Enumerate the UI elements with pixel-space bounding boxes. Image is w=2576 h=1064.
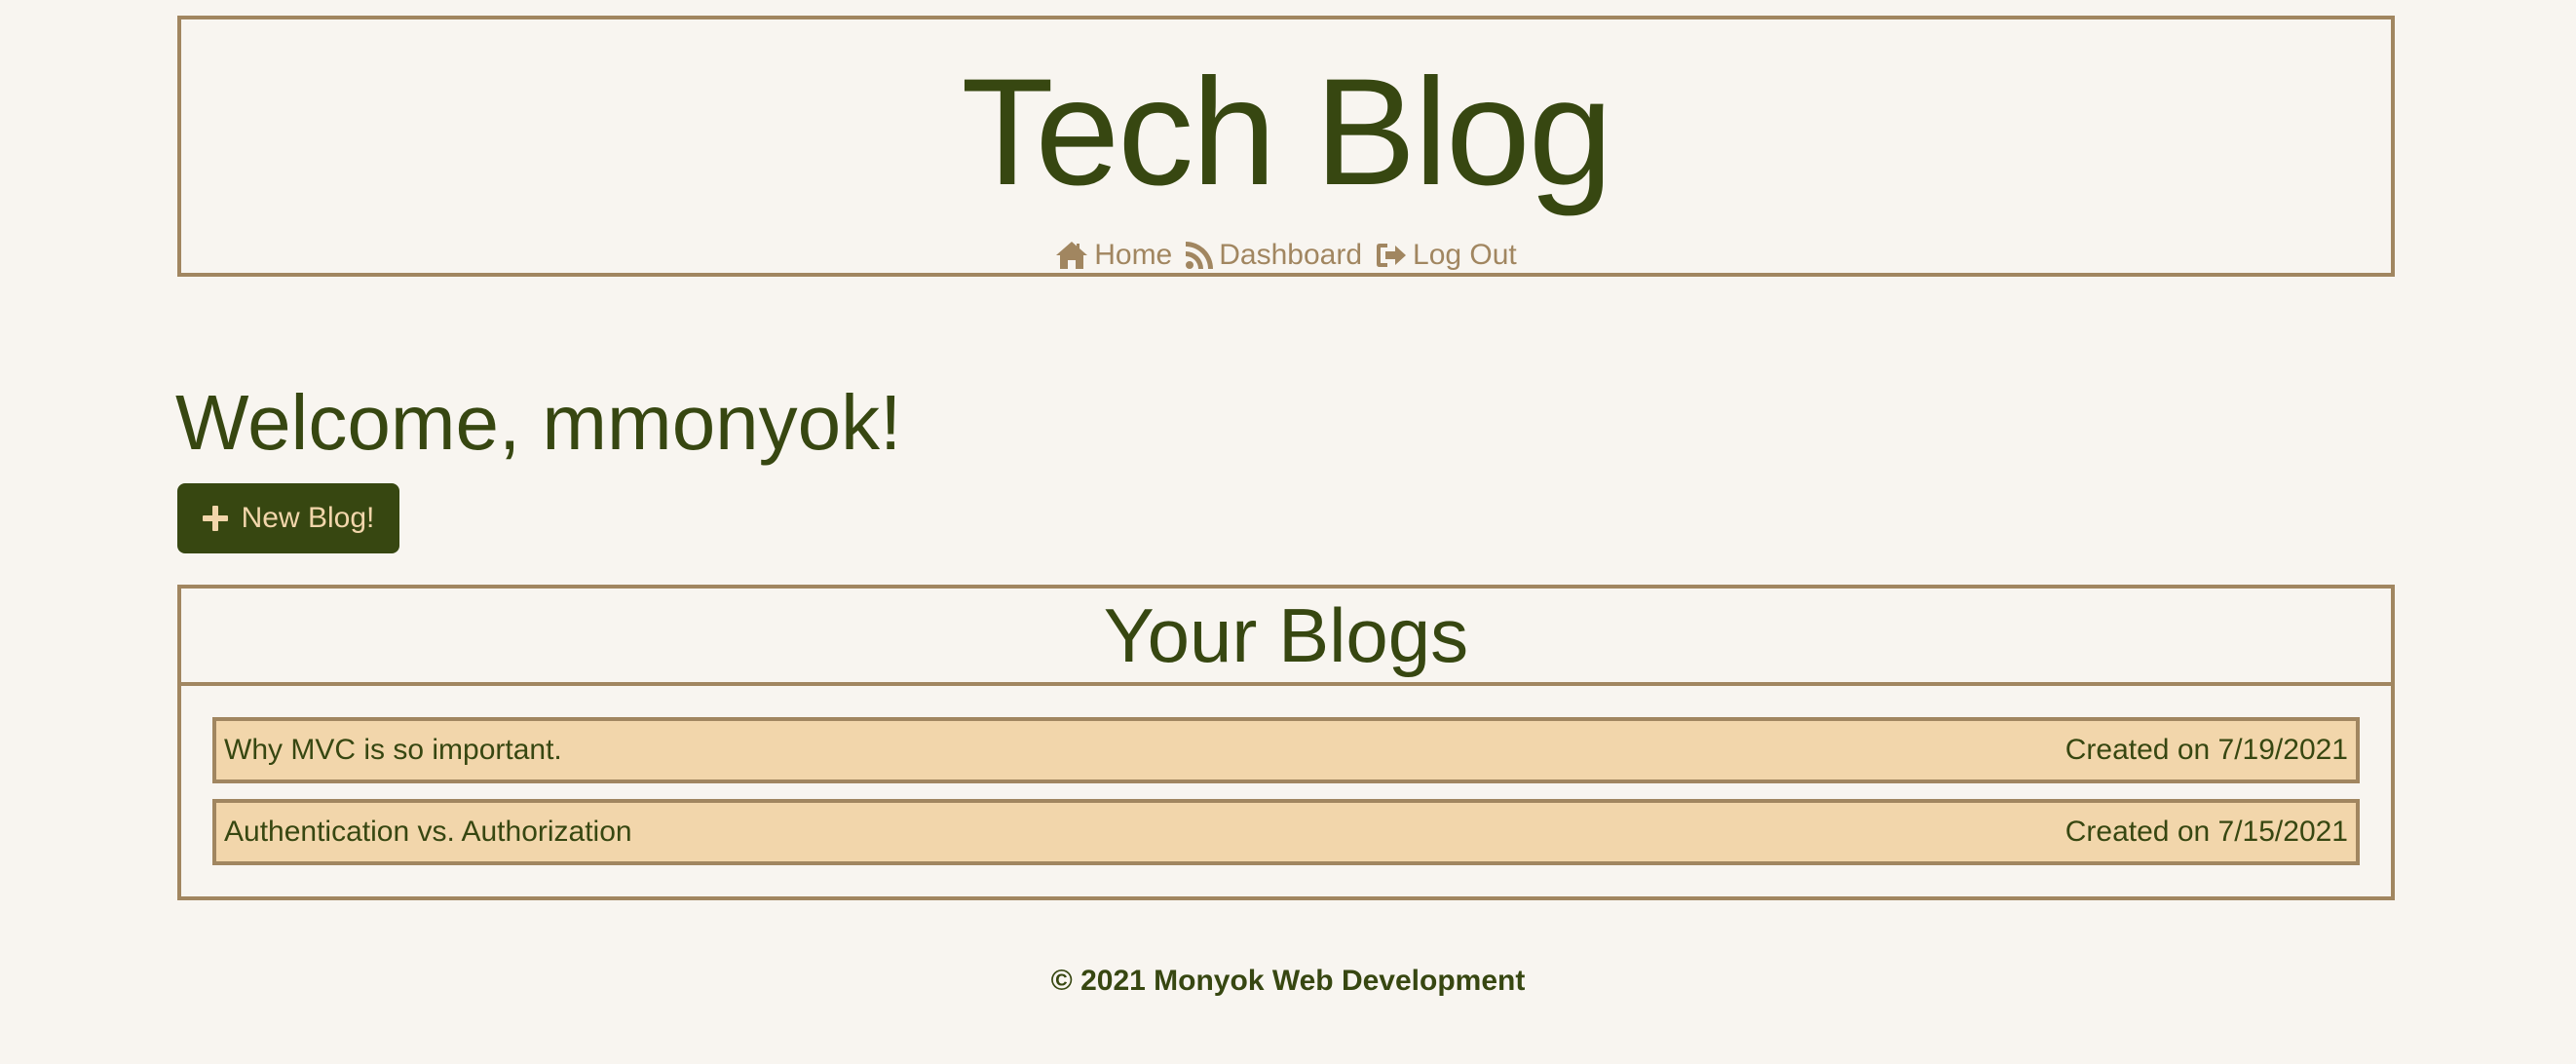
new-blog-button[interactable]: New Blog!	[177, 483, 399, 553]
site-footer: © 2021 Monyok Web Development	[0, 965, 2576, 998]
blog-title: Why MVC is so important.	[224, 734, 562, 766]
blog-list-item[interactable]: Why MVC is so important. Created on 7/19…	[212, 717, 2360, 783]
blog-list: Why MVC is so important. Created on 7/19…	[181, 686, 2391, 865]
your-blogs-header: Your Blogs	[181, 589, 2391, 686]
plus-icon	[202, 506, 228, 531]
nav-logout-label: Log Out	[1413, 239, 1517, 271]
nav-logout-link[interactable]: Log Out	[1376, 238, 1517, 273]
welcome-heading: Welcome, mmonyok!	[175, 379, 902, 466]
new-blog-label: New Blog!	[241, 502, 375, 534]
your-blogs-panel: Your Blogs Why MVC is so important. Crea…	[177, 585, 2395, 900]
nav-dashboard-label: Dashboard	[1219, 239, 1363, 271]
nav-home-label: Home	[1094, 239, 1173, 271]
main-nav: Home Dashboard Log Out	[181, 238, 2391, 273]
site-header: Tech Blog Home Dashboard Log Out	[177, 16, 2395, 277]
footer-copyright: © 2021 Monyok Web Development	[1050, 965, 1526, 997]
nav-home-link[interactable]: Home	[1055, 238, 1172, 273]
blog-created-date: Created on 7/15/2021	[2065, 816, 2348, 848]
sign-out-icon	[1377, 244, 1407, 267]
blog-created-date: Created on 7/19/2021	[2065, 734, 2348, 766]
home-icon	[1056, 242, 1088, 269]
rss-icon	[1186, 242, 1214, 269]
blog-title: Authentication vs. Authorization	[224, 816, 632, 848]
site-title: Tech Blog	[961, 48, 1612, 217]
blog-list-item[interactable]: Authentication vs. Authorization Created…	[212, 799, 2360, 865]
your-blogs-title: Your Blogs	[1103, 592, 1469, 678]
nav-dashboard-link[interactable]: Dashboard	[1186, 238, 1362, 273]
